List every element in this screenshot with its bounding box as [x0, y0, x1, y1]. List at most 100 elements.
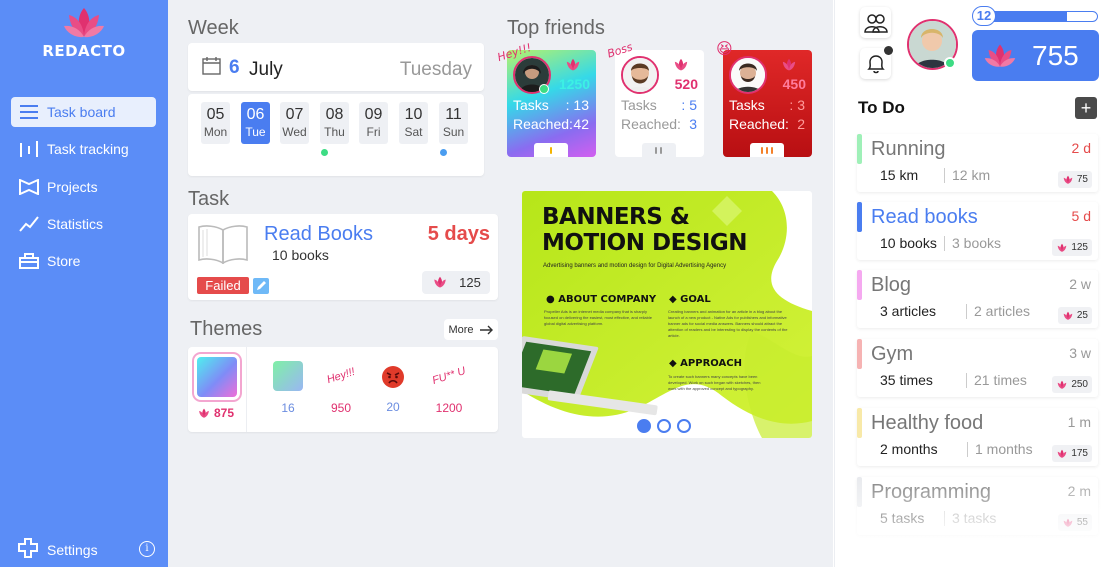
friend-tasks-value: : 13	[565, 97, 589, 113]
todo-goal: 21 times	[974, 372, 1027, 388]
todo-color-stripe	[857, 477, 862, 507]
theme-option-text: Hey!!!	[325, 365, 357, 387]
todo-title-text: Read books	[871, 206, 978, 228]
theme-option-text: FU** U	[430, 365, 468, 387]
todo-points-value: 25	[1076, 310, 1088, 321]
event-dot	[321, 149, 328, 156]
week-day-label: Fri	[366, 125, 381, 139]
todo-title-text: Programming	[871, 481, 992, 503]
info-icon[interactable]: i	[139, 541, 155, 557]
status-badge: Failed	[197, 277, 249, 294]
lotus-icon	[984, 44, 1016, 67]
settings-link[interactable]: Settings	[17, 538, 157, 561]
calendar-icon[interactable]	[202, 57, 221, 80]
todo-item[interactable]: Programming 2 m 5 tasks 3 tasks 55	[857, 477, 1098, 535]
friend-card[interactable]: Boss 520 Tasks : 5 Reached: 3	[606, 40, 704, 157]
week-day[interactable]: 08 Thu	[320, 102, 349, 144]
sidebar-item-store[interactable]: Store	[11, 246, 156, 276]
edit-icon[interactable]	[253, 278, 269, 294]
points-value: 755	[1032, 39, 1079, 71]
theme-selected-price-value: 875	[214, 406, 235, 420]
week-day-label: Mon	[203, 125, 228, 139]
todo-item[interactable]: Gym 3 w 35 times 21 times 250	[857, 339, 1098, 397]
week-day-strip: 05 Mon 06 Tue 07 Wed 08 Thu 09 Fri 10 Sat 11 Su…	[188, 94, 484, 176]
online-indicator	[944, 57, 956, 69]
notifications-button[interactable]	[860, 46, 893, 79]
store-icon	[19, 252, 39, 270]
theme-option-price: 16	[281, 401, 295, 415]
week-day[interactable]: 11 Sun	[439, 102, 468, 144]
theme-option[interactable]: 16	[268, 361, 308, 415]
todo-current: 35 times	[880, 372, 933, 388]
theme-option[interactable]: 20	[373, 361, 413, 414]
sidebar-item-projects[interactable]: Projects	[11, 172, 156, 202]
todo-points-value: 250	[1071, 379, 1088, 390]
sidebar-item-task-tracking[interactable]: Task tracking	[11, 134, 156, 164]
carousel-dot[interactable]	[657, 419, 671, 433]
lotus-icon	[1058, 243, 1067, 252]
friend-tag: 😆	[716, 39, 733, 58]
friends-button[interactable]	[860, 7, 891, 38]
todo-goal: 12 km	[952, 167, 991, 183]
sidebar-item-task-board[interactable]: Task board	[11, 97, 156, 127]
todo-points: 125	[1052, 239, 1092, 256]
friend-tasks-label: Tasks	[621, 97, 657, 113]
banner-approach-title: APPROACH	[680, 358, 742, 369]
week-day[interactable]: 07 Wed	[280, 102, 309, 144]
todo-title-text: Gym	[871, 343, 914, 365]
friend-card[interactable]: 😆 450 Tasks : 3 Reached: 2	[716, 39, 812, 157]
sidebar-item-statistics[interactable]: Statistics	[11, 209, 156, 239]
sidebar-item-label: Task tracking	[47, 141, 129, 157]
week-day-number: 07	[285, 106, 304, 123]
lotus-logo-icon	[64, 8, 104, 38]
banner-title-line: MOTION DESIGN	[542, 230, 748, 256]
todo-goal: 3 books	[952, 235, 1002, 251]
todo-points-value: 75	[1076, 174, 1088, 185]
themes-title: Themes	[190, 318, 263, 340]
todo-item[interactable]: Blog 2 w 3 articles 2 articles 25	[857, 270, 1098, 328]
friend-score: 450	[782, 76, 806, 92]
friend-avatar	[729, 56, 767, 94]
level-progress: 12	[972, 6, 1099, 26]
todo-color-stripe	[857, 270, 862, 300]
points-balance[interactable]: 755	[972, 30, 1099, 81]
more-button[interactable]: More	[444, 319, 498, 340]
level-bar	[986, 11, 1098, 22]
friend-reached-label: Reached:	[621, 116, 681, 132]
more-label: More	[448, 323, 474, 336]
carousel-dot[interactable]	[677, 419, 691, 433]
task-card[interactable]: Read Books 10 books 5 days Failed 125	[188, 214, 498, 300]
friend-score: 1250	[558, 76, 590, 92]
theme-selected-swatch[interactable]	[197, 357, 237, 397]
todo-item[interactable]: Healthy food 1 m 2 months 1 months 175	[857, 408, 1098, 466]
friend-tasks-label: Tasks	[729, 97, 765, 113]
angry-face-icon	[382, 366, 404, 388]
sidebar-item-label: Statistics	[47, 216, 104, 232]
todo-due: 2 d	[1071, 140, 1091, 156]
todo-current: 2 months	[880, 441, 938, 457]
week-day-selected[interactable]: 06 Tue	[241, 102, 270, 144]
week-day[interactable]: 09 Fri	[359, 102, 388, 144]
banner-about-title: ABOUT COMPANY	[558, 294, 657, 305]
week-day-number: 11	[445, 106, 462, 123]
banner-goal-heading: ◆ GOAL	[669, 294, 711, 305]
friend-card-tab	[750, 143, 784, 157]
current-month: July	[249, 59, 283, 80]
add-todo-button[interactable]: +	[1075, 97, 1097, 119]
todo-color-stripe	[857, 202, 862, 232]
theme-option[interactable]: FU** U 1200	[425, 361, 473, 415]
divider	[967, 442, 968, 457]
bell-icon	[866, 54, 885, 73]
week-day[interactable]: 05 Mon	[201, 102, 230, 144]
theme-option[interactable]: Hey!!! 950	[321, 361, 361, 415]
todo-item[interactable]: Running 2 d 15 km 12 km 75	[857, 134, 1098, 192]
event-dot	[440, 149, 447, 156]
banner-carousel[interactable]: BANNERS & MOTION DESIGN Advertising banne…	[522, 191, 812, 438]
theme-selected-price: 875	[197, 406, 234, 420]
friend-card[interactable]: Hey!!! 1250 Tasks : 13 Reached: 42	[496, 41, 596, 157]
current-day: 6	[229, 57, 240, 78]
carousel-dot-active[interactable]	[637, 419, 651, 433]
divider	[944, 168, 945, 183]
todo-item[interactable]: Read books 5 d 10 books 3 books 125	[857, 202, 1098, 260]
week-day[interactable]: 10 Sat	[399, 102, 428, 144]
